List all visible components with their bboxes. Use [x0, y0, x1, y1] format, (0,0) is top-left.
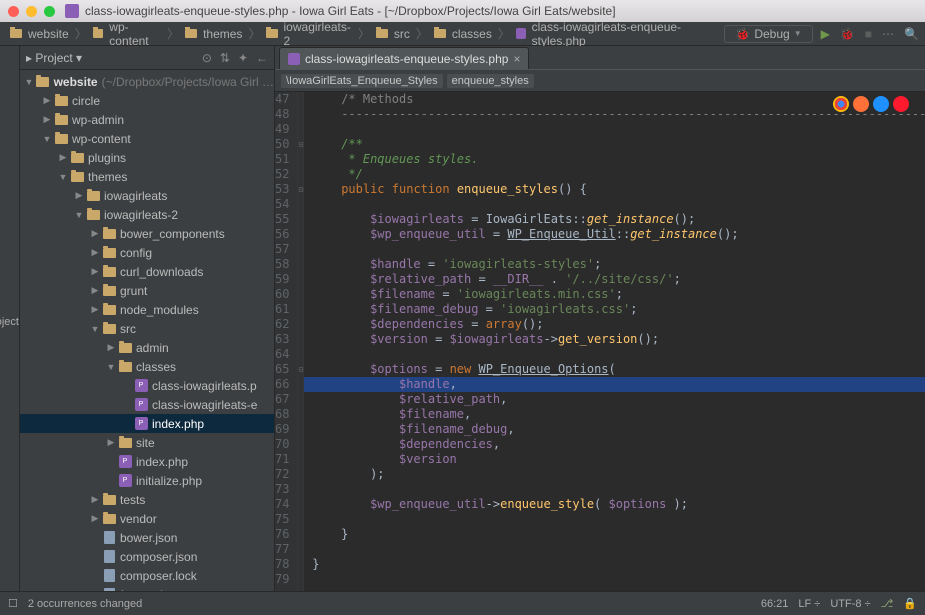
tree-file[interactable]: Pindex.php [20, 414, 274, 433]
tree-folder[interactable]: ▶tests [20, 490, 274, 509]
project-panel: ▸ Project ▾ ⊙ ⇅ ✦ ← ▼website(~/Dropbox/P… [20, 46, 275, 591]
crumb-method[interactable]: enqueue_styles [447, 74, 534, 88]
minimize-window-button[interactable] [26, 6, 37, 17]
breadcrumb-item[interactable]: src [372, 26, 414, 42]
tree-folder[interactable]: ▶curl_downloads [20, 262, 274, 281]
tree-root[interactable]: ▼website(~/Dropbox/Projects/Iowa Girl … [20, 72, 274, 91]
chevron-right-icon: 〉 [358, 25, 370, 42]
tree-folder[interactable]: ▶vendor [20, 509, 274, 528]
chevron-right-icon: 〉 [498, 25, 510, 42]
chevron-right-icon: 〉 [167, 25, 179, 42]
left-gutter-tool[interactable]: Project [0, 46, 20, 591]
project-tree[interactable]: ▼website(~/Dropbox/Projects/Iowa Girl …▶… [20, 70, 274, 591]
tree-file[interactable]: Pindex.php [20, 452, 274, 471]
breadcrumb-item[interactable]: wp-content [89, 19, 165, 49]
tree-file[interactable]: bower.json [20, 528, 274, 547]
collapse-icon[interactable]: ⊙ [202, 51, 212, 65]
tree-folder[interactable]: ▼classes [20, 357, 274, 376]
tree-folder[interactable]: ▶node_modules [20, 300, 274, 319]
tree-folder[interactable]: ▶bower_components [20, 224, 274, 243]
tree-file[interactable]: Pinitialize.php [20, 471, 274, 490]
line-gutter[interactable]: 4748495051525354555657585960616263646566… [275, 92, 298, 591]
close-window-button[interactable] [8, 6, 19, 17]
chevron-right-icon: 〉 [416, 25, 428, 42]
safari-icon[interactable] [873, 96, 889, 112]
chrome-icon[interactable] [833, 96, 849, 112]
search-icon[interactable]: 🔍 [904, 27, 919, 41]
tab-filename: class-iowagirleats-enqueue-styles.php [305, 52, 508, 66]
project-panel-header: ▸ Project ▾ ⊙ ⇅ ✦ ← [20, 46, 274, 70]
tree-folder[interactable]: ▶config [20, 243, 274, 262]
tree-folder[interactable]: ▶grunt [20, 281, 274, 300]
gear-icon[interactable]: ✦ [238, 51, 248, 65]
breadcrumb-item[interactable]: classes [430, 26, 496, 42]
settings-icon[interactable]: ⇅ [220, 51, 230, 65]
debug-label: Debug [754, 27, 789, 41]
browser-badges [833, 96, 909, 112]
stop-button[interactable]: ■ [865, 27, 872, 41]
tree-folder[interactable]: ▶admin [20, 338, 274, 357]
file-encoding[interactable]: UTF-8 ÷ [830, 598, 870, 610]
breadcrumb-item[interactable]: website [6, 26, 73, 42]
editor-tabs: class-iowagirleats-enqueue-styles.php × [275, 46, 925, 70]
zoom-window-button[interactable] [44, 6, 55, 17]
php-file-icon [288, 53, 300, 65]
status-bar: ☐ 2 occurrences changed 66:21 LF ÷ UTF-8… [0, 591, 925, 615]
more-actions-icon[interactable]: ⋯ [882, 27, 894, 41]
line-separator[interactable]: LF ÷ [798, 598, 820, 610]
tree-folder[interactable]: ▼iowagirleats-2 [20, 205, 274, 224]
breadcrumb-item[interactable]: class-iowagirleats-enqueue-styles.php [512, 19, 716, 49]
close-tab-icon[interactable]: × [513, 52, 520, 66]
php-file-icon [65, 4, 79, 18]
crumb-class[interactable]: \IowaGirlEats_Enqueue_Styles [281, 74, 443, 88]
git-branch-icon[interactable]: ⎇ [881, 597, 894, 610]
chevron-down-icon: ▼ [794, 29, 802, 38]
window-controls [8, 6, 55, 17]
code-editor[interactable]: 4748495051525354555657585960616263646566… [275, 92, 925, 591]
status-icon: ☐ [8, 597, 18, 610]
tree-file[interactable]: Pclass-iowagirleats.p [20, 376, 274, 395]
editor-area: class-iowagirleats-enqueue-styles.php × … [275, 46, 925, 591]
tree-folder[interactable]: ▶circle [20, 91, 274, 110]
tree-folder[interactable]: ▶iowagirleats [20, 186, 274, 205]
tree-folder[interactable]: ▶wp-admin [20, 110, 274, 129]
tree-file[interactable]: composer.json [20, 547, 274, 566]
project-tool-tab[interactable]: Project [0, 316, 19, 328]
breadcrumb-item[interactable]: iowagirleats-2 [262, 19, 355, 49]
tree-folder[interactable]: ▼themes [20, 167, 274, 186]
editor-breadcrumb[interactable]: \IowaGirlEats_Enqueue_Styles enqueue_sty… [275, 70, 925, 92]
breadcrumb-item[interactable]: themes [181, 26, 246, 42]
navigation-bar: website〉wp-content〉themes〉iowagirleats-2… [0, 22, 925, 46]
status-message: 2 occurrences changed [28, 598, 142, 610]
lock-icon[interactable]: 🔒 [903, 597, 917, 610]
debug-button[interactable]: 🐞 [840, 27, 855, 41]
chevron-right-icon: 〉 [248, 25, 260, 42]
bug-icon: 🐞 [735, 27, 750, 41]
code-content[interactable]: /* Methods -----------------------------… [304, 92, 925, 591]
tree-file[interactable]: footer.php [20, 585, 274, 591]
tree-file[interactable]: Pclass-iowagirleats-e [20, 395, 274, 414]
run-config-select[interactable]: 🐞 Debug ▼ [724, 25, 812, 43]
opera-icon[interactable] [893, 96, 909, 112]
caret-position[interactable]: 66:21 [761, 598, 789, 610]
tree-folder[interactable]: ▼wp-content [20, 129, 274, 148]
tree-file[interactable]: composer.lock [20, 566, 274, 585]
project-view-select[interactable]: ▸ Project ▾ [26, 51, 82, 65]
hide-icon[interactable]: ← [256, 51, 268, 65]
editor-tab[interactable]: class-iowagirleats-enqueue-styles.php × [279, 47, 529, 69]
tree-folder[interactable]: ▶site [20, 433, 274, 452]
chevron-right-icon: 〉 [75, 25, 87, 42]
tree-folder[interactable]: ▶plugins [20, 148, 274, 167]
window-title: class-iowagirleats-enqueue-styles.php - … [85, 4, 616, 18]
tree-folder[interactable]: ▼src [20, 319, 274, 338]
run-button[interactable]: ▶ [821, 27, 830, 41]
firefox-icon[interactable] [853, 96, 869, 112]
